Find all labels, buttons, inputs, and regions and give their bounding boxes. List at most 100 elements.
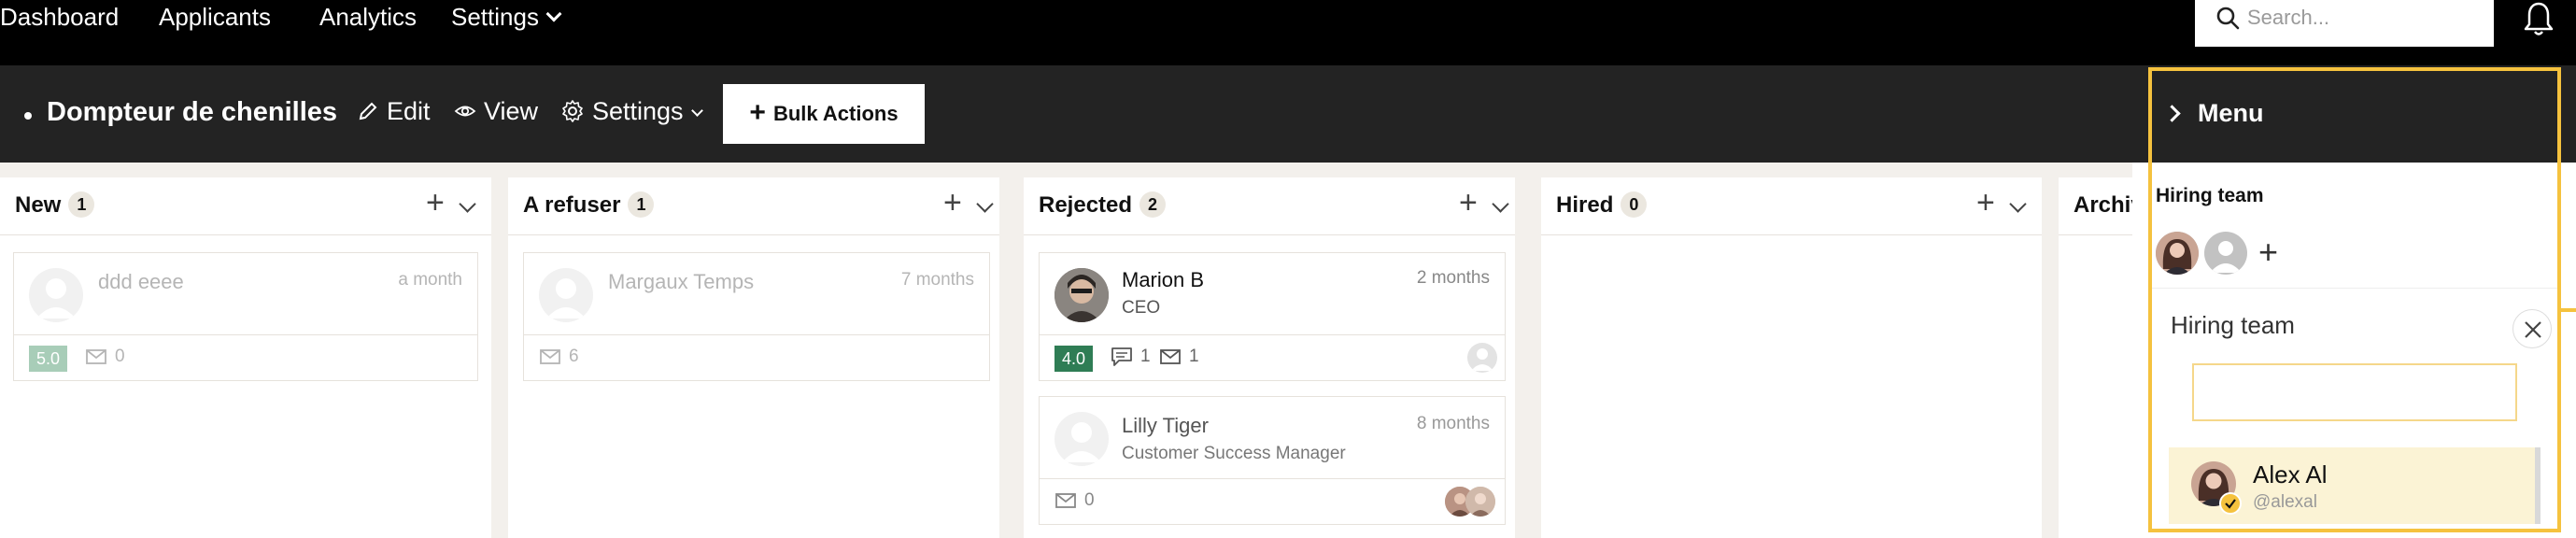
candidate-time: 7 months xyxy=(900,270,974,290)
hiring-team-label: Hiring team xyxy=(2156,185,2264,206)
scrollbar[interactable] xyxy=(2535,447,2541,524)
card-header: ddd eeee a month xyxy=(14,253,477,335)
column-title: New 1 xyxy=(15,191,95,219)
add-candidate-icon[interactable]: + xyxy=(426,187,445,219)
job-settings-button[interactable]: Settings xyxy=(560,97,703,126)
column-header: Hired 0 + xyxy=(1541,177,2042,235)
column-a-refuser: A refuser 1 + Margaux Temps 7 months 6 xyxy=(508,177,999,538)
team-member-search-input[interactable] xyxy=(2192,363,2517,421)
plus-icon: + xyxy=(749,97,766,128)
card-header: Margaux Temps 7 months xyxy=(524,253,989,335)
chevron-down-icon xyxy=(690,105,703,117)
nav-settings-label: Settings xyxy=(451,3,539,31)
team-member-option[interactable]: Alex Al @alexal xyxy=(2169,447,2535,524)
candidate-card[interactable]: ddd eeee a month 5.0 0 xyxy=(13,252,478,381)
card-header: Marion B CEO 2 months xyxy=(1040,253,1505,335)
candidate-title: Customer Success Manager xyxy=(1122,444,1346,463)
app-root: Dashboard Applicants Analytics Settings … xyxy=(0,0,2576,538)
candidate-time: 8 months xyxy=(1416,414,1490,433)
column-header: Rejected 2 + xyxy=(1024,177,1515,235)
candidate-time: 2 months xyxy=(1416,268,1490,288)
messages-count: 0 xyxy=(85,347,125,367)
candidate-card[interactable]: Marion B CEO 2 months 4.0 1 1 xyxy=(1039,252,1506,381)
column-count: 1 xyxy=(628,191,655,218)
candidate-avatar xyxy=(1054,268,1109,322)
assignee-avatar xyxy=(1465,487,1495,517)
bulk-actions-label: Bulk Actions xyxy=(772,102,899,125)
messages-count: 6 xyxy=(539,347,579,367)
job-status-dot xyxy=(24,112,32,120)
add-team-member-icon[interactable]: + xyxy=(2258,234,2278,271)
search-box xyxy=(2195,0,2494,47)
column-count: 1 xyxy=(68,191,95,218)
search-icon xyxy=(2216,7,2240,30)
menu-title: Menu xyxy=(2198,99,2264,127)
pencil-icon xyxy=(359,102,377,120)
gear-icon xyxy=(562,100,583,122)
column-title: Rejected 2 xyxy=(1039,191,1167,219)
hiring-team-member-avatar[interactable] xyxy=(2204,232,2247,275)
close-button[interactable] xyxy=(2512,309,2552,348)
candidate-title: CEO xyxy=(1122,298,1161,318)
nav-dashboard[interactable]: Dashboard xyxy=(0,0,119,34)
envelope-icon xyxy=(1160,349,1181,364)
add-candidate-icon[interactable]: + xyxy=(1976,187,1995,219)
nav-analytics[interactable]: Analytics xyxy=(319,0,417,34)
nav-applicants[interactable]: Applicants xyxy=(159,0,271,34)
column-count: 2 xyxy=(1139,191,1167,218)
candidate-name: Margaux Temps xyxy=(608,270,755,293)
view-label: View xyxy=(484,97,539,125)
candidate-card[interactable]: Lilly Tiger Customer Success Manager 8 m… xyxy=(1039,396,1506,525)
column-header: New 1 + xyxy=(0,177,491,235)
column-count: 0 xyxy=(1621,191,1648,218)
bulk-actions-button[interactable]: + Bulk Actions xyxy=(723,84,925,144)
comments-count: 1 xyxy=(1111,347,1151,367)
edit-button[interactable]: Edit xyxy=(357,97,431,126)
chevron-down-icon[interactable] xyxy=(1492,195,1509,213)
rating-badge: 4.0 xyxy=(1054,346,1094,372)
column-new: New 1 + ddd eeee a month 5.0 0 xyxy=(0,177,491,538)
envelope-icon xyxy=(540,349,560,364)
rating-badge: 5.0 xyxy=(29,346,68,372)
chevron-down-icon[interactable] xyxy=(459,195,476,213)
candidate-name: Lilly Tiger xyxy=(1122,414,1209,437)
popover-title: Hiring team xyxy=(2171,311,2295,339)
hiring-team-member-avatar[interactable] xyxy=(2156,232,2199,275)
search-input[interactable] xyxy=(2247,0,2481,35)
nav-settings[interactable]: Settings xyxy=(451,0,562,34)
bell-icon[interactable] xyxy=(2522,0,2555,37)
card-header: Lilly Tiger Customer Success Manager 8 m… xyxy=(1040,397,1505,479)
candidate-name: Marion B xyxy=(1122,268,1205,291)
candidate-name: ddd eeee xyxy=(98,270,184,293)
add-candidate-icon[interactable]: + xyxy=(943,187,962,219)
close-icon xyxy=(2525,321,2541,338)
option-name: Alex Al xyxy=(2253,460,2328,488)
candidate-card[interactable]: Margaux Temps 7 months 6 xyxy=(523,252,990,381)
avatar-placeholder xyxy=(539,268,593,322)
hiring-team-popover: Hiring team Alex Al @alexal xyxy=(2150,288,2557,531)
edit-label: Edit xyxy=(387,97,431,125)
top-navigation: Dashboard Applicants Analytics Settings xyxy=(0,0,2576,65)
focus-outline-connector xyxy=(2561,308,2576,312)
column-title: A refuser 1 xyxy=(523,191,655,219)
chevron-down-icon[interactable] xyxy=(976,195,994,213)
chevron-right-icon xyxy=(2163,105,2181,122)
eye-icon xyxy=(454,106,476,117)
avatar-placeholder xyxy=(29,268,83,322)
messages-count: 0 xyxy=(1054,490,1095,511)
avatar-placeholder xyxy=(1054,412,1109,466)
column-hired: Hired 0 + xyxy=(1541,177,2042,538)
column-header: A refuser 1 + xyxy=(508,177,999,235)
envelope-icon xyxy=(1055,493,1076,508)
job-title: Dompteur de chenilles xyxy=(47,97,338,127)
job-settings-label: Settings xyxy=(592,97,684,125)
add-candidate-icon[interactable]: + xyxy=(1459,187,1478,219)
view-button[interactable]: View xyxy=(454,97,538,126)
assignee-avatar xyxy=(1467,343,1497,373)
chevron-down-icon[interactable] xyxy=(2009,195,2027,213)
messages-count: 1 xyxy=(1159,347,1199,367)
comment-icon xyxy=(1111,347,1132,366)
menu-header[interactable]: Menu xyxy=(2132,65,2576,163)
candidate-time: a month xyxy=(398,270,462,290)
chevron-down-icon xyxy=(545,6,562,22)
